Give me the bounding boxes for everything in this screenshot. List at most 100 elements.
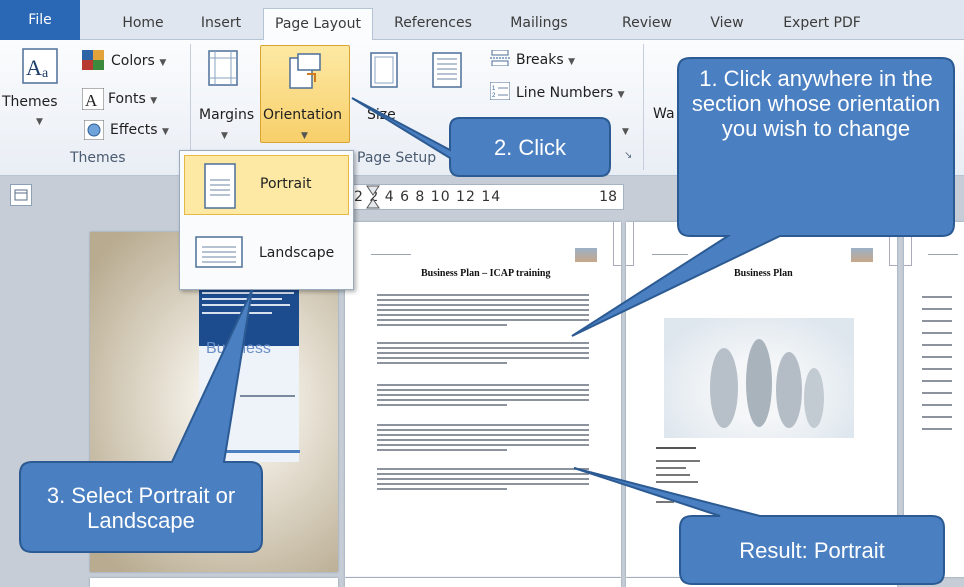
list-line (922, 332, 952, 334)
body-text-line (377, 347, 589, 349)
orientation-caret-icon: ▼ (301, 131, 308, 141)
tab-home[interactable]: Home (108, 8, 178, 40)
body-text-line (377, 384, 589, 386)
tab-insert[interactable]: Insert (186, 8, 256, 40)
list-line (922, 320, 952, 322)
breaks-button[interactable]: Breaks ▼ (516, 52, 575, 68)
orientation-label: Orientation (263, 107, 343, 123)
header-image (851, 248, 873, 262)
list-line (922, 392, 952, 394)
themes-button[interactable]: Themes (2, 94, 58, 110)
list-line (922, 380, 952, 382)
callout-1-text: 1. Click anywhere in the section whose o… (691, 66, 941, 141)
page-setup-group-label: Page Setup (357, 150, 437, 166)
hyphenation-caret-icon: ▼ (622, 127, 629, 137)
effects-button[interactable]: Effects ▼ (110, 122, 169, 138)
watermark-button[interactable]: Wa (653, 106, 675, 122)
ruler-end-label: 18 (599, 189, 617, 205)
svg-text:A: A (26, 55, 42, 80)
list-line (922, 368, 952, 370)
colors-icon (82, 50, 104, 70)
body-text-line (377, 319, 589, 321)
penguins-image (664, 318, 854, 438)
breaks-icon (490, 49, 510, 67)
body-text-line (377, 342, 589, 344)
body-text-line (377, 473, 589, 475)
body-text-line (377, 294, 589, 296)
landscape-option[interactable]: Landscape (184, 223, 349, 283)
callout-2-text: 2. Click (493, 135, 567, 160)
portrait-label: Portrait (260, 176, 312, 192)
themes-icon[interactable]: Aa (22, 48, 58, 84)
orientation-dropdown: Portrait Landscape (179, 150, 354, 290)
body-text-line (377, 404, 507, 406)
line-numbers-icon: 12 (489, 81, 511, 101)
portrait-icon (204, 163, 236, 209)
body-text-line (377, 309, 589, 311)
document-page-3[interactable]: Business Plan (626, 222, 897, 577)
body-text-line (377, 434, 589, 436)
body-text-line (377, 483, 589, 485)
document-page-6[interactable] (345, 578, 621, 587)
orientation-icon (287, 52, 321, 90)
page2-title: Business Plan – ICAP training (421, 268, 551, 279)
list-line (922, 344, 952, 346)
callout-4-text: Result: Portrait (739, 538, 885, 563)
document-page-4[interactable] (904, 222, 964, 577)
tab-page-layout[interactable]: Page Layout (263, 8, 373, 41)
landscape-label: Landscape (259, 245, 335, 261)
cover-title: Business (206, 340, 271, 357)
size-button[interactable]: Size (367, 107, 396, 123)
margins-icon[interactable] (208, 50, 238, 86)
colors-button[interactable]: Colors ▼ (111, 53, 166, 69)
tab-mailings[interactable]: Mailings (494, 8, 584, 40)
columns-icon[interactable] (432, 52, 462, 88)
list-line (922, 416, 952, 418)
tab-review[interactable]: Review (612, 8, 682, 40)
page-setup-dialog-launcher-icon[interactable]: ↘ (624, 150, 632, 161)
themes-caret-icon: ▼ (36, 117, 43, 127)
body-text-line (377, 424, 589, 426)
list-line (922, 296, 952, 298)
body-text-line (377, 357, 589, 359)
document-page-5[interactable] (90, 578, 338, 587)
fonts-icon: A (81, 87, 105, 111)
tab-view[interactable]: View (697, 8, 757, 40)
header-image (575, 248, 597, 262)
fonts-button[interactable]: Fonts ▼ (108, 91, 157, 107)
margins-button[interactable]: Margins (199, 107, 254, 123)
indent-marker-icon[interactable] (366, 185, 380, 209)
body-text-line (377, 389, 589, 391)
horizontal-ruler[interactable]: 2 2 4 6 8 10 12 14 18 (345, 184, 624, 210)
body-text-line (377, 399, 589, 401)
body-text-line (377, 444, 589, 446)
group-separator (643, 44, 644, 170)
body-text-line (377, 449, 507, 451)
size-icon[interactable] (370, 52, 398, 88)
page3-title: Business Plan (734, 268, 793, 279)
body-text-line (377, 488, 507, 490)
tab-expert-pdf[interactable]: Expert PDF (772, 8, 872, 40)
list-line (922, 428, 952, 430)
svg-text:a: a (42, 66, 49, 81)
body-text-line (377, 352, 589, 354)
document-page-7[interactable] (626, 578, 897, 587)
margins-caret-icon: ▼ (221, 131, 228, 141)
tab-file[interactable]: File (0, 0, 80, 40)
body-text-line (377, 394, 589, 396)
landscape-icon (195, 236, 243, 268)
list-line (922, 404, 952, 406)
ribbon-tab-bar: File Home Insert Page Layout References … (0, 0, 964, 41)
body-text-line (377, 324, 507, 326)
callout-3-text: 3. Select Portrait or Landscape (46, 483, 236, 533)
tab-references[interactable]: References (383, 8, 483, 40)
svg-text:A: A (85, 91, 98, 110)
portrait-option[interactable]: Portrait (184, 155, 349, 215)
themes-group-label: Themes (70, 150, 126, 166)
ruler-toggle-icon[interactable] (10, 184, 32, 206)
line-numbers-button[interactable]: Line Numbers ▼ (516, 85, 625, 101)
body-text-line (377, 468, 589, 470)
document-page-2[interactable]: Business Plan – ICAP training (345, 222, 621, 577)
list-line (922, 356, 952, 358)
body-text-line (377, 362, 507, 364)
